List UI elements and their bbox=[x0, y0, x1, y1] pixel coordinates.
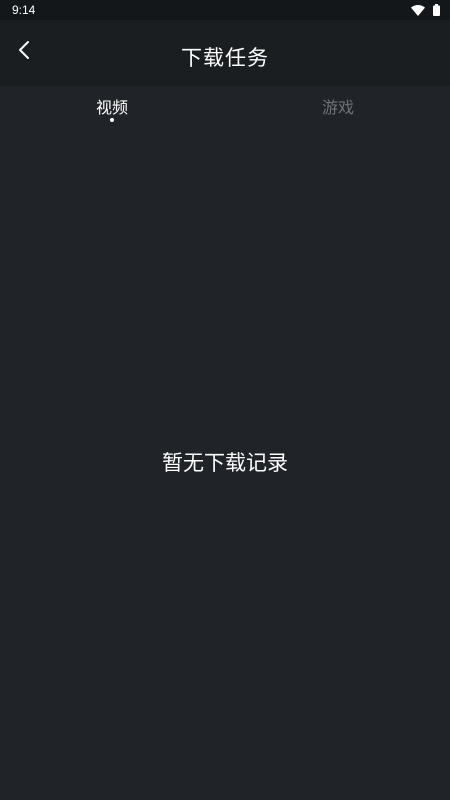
status-bar: 9:14 bbox=[0, 0, 450, 20]
app-header: 下载任务 bbox=[0, 20, 450, 86]
download-list: 暂无下载记录 bbox=[0, 128, 450, 800]
tab-bar: 视频 游戏 bbox=[0, 86, 450, 128]
battery-icon bbox=[433, 1, 440, 20]
page-title: 下载任务 bbox=[181, 46, 269, 70]
tab-video[interactable]: 视频 bbox=[52, 94, 172, 124]
empty-state-message: 暂无下载记录 bbox=[162, 451, 288, 475]
tab-label: 视频 bbox=[95, 98, 128, 117]
wifi-icon bbox=[411, 1, 425, 20]
tab-game[interactable]: 游戏 bbox=[278, 94, 398, 124]
status-icons bbox=[411, 3, 440, 16]
tab-indicator bbox=[110, 118, 114, 122]
tab-label: 游戏 bbox=[321, 98, 354, 117]
status-time: 9:14 bbox=[12, 3, 36, 17]
